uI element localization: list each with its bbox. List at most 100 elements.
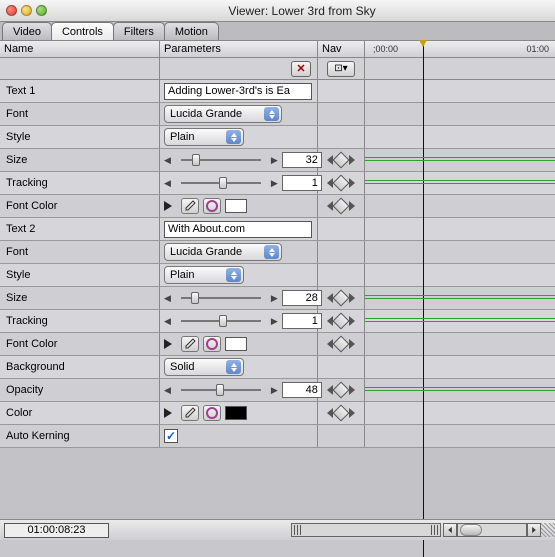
- add-keyframe-button[interactable]: [333, 175, 350, 192]
- param-label: Background: [0, 356, 160, 378]
- step-left-button[interactable]: ◀: [164, 316, 171, 327]
- next-keyframe-button[interactable]: [349, 408, 355, 418]
- slider-thumb[interactable]: [192, 154, 200, 166]
- slider[interactable]: [175, 175, 267, 191]
- value-field[interactable]: [282, 382, 322, 398]
- color-swatch[interactable]: [225, 199, 247, 213]
- resize-grip[interactable]: [541, 523, 555, 537]
- timeline-lane[interactable]: [365, 103, 555, 125]
- eyedropper-button[interactable]: [181, 198, 199, 214]
- dropdown[interactable]: Plain: [164, 266, 244, 284]
- step-right-button[interactable]: ▶: [271, 316, 278, 327]
- timeline-lane[interactable]: [365, 172, 555, 194]
- next-keyframe-button[interactable]: [349, 316, 355, 326]
- timeline-lane[interactable]: [365, 425, 555, 447]
- slider[interactable]: [175, 382, 267, 398]
- timeline-lane[interactable]: [365, 195, 555, 217]
- minimize-window-button[interactable]: [21, 5, 32, 16]
- add-keyframe-button[interactable]: [333, 198, 350, 215]
- tab-controls[interactable]: Controls: [51, 22, 114, 40]
- text-input[interactable]: [164, 83, 312, 100]
- timeline-lane[interactable]: [365, 149, 555, 171]
- timeline-lane[interactable]: [365, 218, 555, 240]
- text-input[interactable]: [164, 221, 312, 238]
- slider-thumb[interactable]: [219, 315, 227, 327]
- color-wheel-button[interactable]: [203, 198, 221, 214]
- timeline-lane[interactable]: [365, 333, 555, 355]
- scroll-left-button[interactable]: [443, 523, 457, 537]
- param-control-cell: ◀▶: [160, 287, 318, 309]
- add-keyframe-button[interactable]: [333, 405, 350, 422]
- color-wheel-button[interactable]: [203, 405, 221, 421]
- slider[interactable]: [175, 152, 267, 168]
- param-control-cell: ◀▶: [160, 310, 318, 332]
- next-keyframe-button[interactable]: [349, 339, 355, 349]
- nav-cell: [318, 425, 365, 447]
- next-keyframe-button[interactable]: [349, 201, 355, 211]
- step-left-button[interactable]: ◀: [164, 293, 171, 304]
- slider-thumb[interactable]: [219, 177, 227, 189]
- eyedropper-button[interactable]: [181, 336, 199, 352]
- timeline-lane[interactable]: [365, 379, 555, 401]
- timeline-lane[interactable]: [365, 80, 555, 102]
- disclosure-icon[interactable]: [164, 408, 172, 418]
- nav-cell: [318, 103, 365, 125]
- timeline-ruler[interactable]: ;00:00 01:00: [365, 41, 555, 57]
- envelope-menu-button[interactable]: ⊡▾: [327, 61, 355, 77]
- nav-cell: [318, 379, 365, 401]
- timeline-lane[interactable]: [365, 356, 555, 378]
- disclosure-icon[interactable]: [164, 339, 172, 349]
- value-field[interactable]: [282, 290, 322, 306]
- step-left-button[interactable]: ◀: [164, 155, 171, 166]
- step-left-button[interactable]: ◀: [164, 178, 171, 189]
- eyedropper-button[interactable]: [181, 405, 199, 421]
- dropdown[interactable]: Plain: [164, 128, 244, 146]
- next-keyframe-button[interactable]: [349, 385, 355, 395]
- value-field[interactable]: [282, 175, 322, 191]
- dropdown[interactable]: Lucida Grande: [164, 243, 282, 261]
- color-swatch[interactable]: [225, 337, 247, 351]
- step-right-button[interactable]: ▶: [271, 385, 278, 396]
- add-keyframe-button[interactable]: [333, 313, 350, 330]
- next-keyframe-button[interactable]: [349, 178, 355, 188]
- zoom-window-button[interactable]: [36, 5, 47, 16]
- timeline-lane[interactable]: [365, 264, 555, 286]
- tab-motion[interactable]: Motion: [164, 22, 219, 40]
- disclosure-icon[interactable]: [164, 201, 172, 211]
- color-swatch[interactable]: [225, 406, 247, 420]
- dropdown[interactable]: Solid: [164, 358, 244, 376]
- timeline-lane[interactable]: [365, 287, 555, 309]
- slider-thumb[interactable]: [191, 292, 199, 304]
- close-window-button[interactable]: [6, 5, 17, 16]
- step-left-button[interactable]: ◀: [164, 385, 171, 396]
- color-wheel-button[interactable]: [203, 336, 221, 352]
- add-keyframe-button[interactable]: [333, 336, 350, 353]
- dropdown[interactable]: Lucida Grande: [164, 105, 282, 123]
- step-right-button[interactable]: ▶: [271, 155, 278, 166]
- add-keyframe-button[interactable]: [333, 290, 350, 307]
- checkbox[interactable]: [164, 429, 178, 443]
- add-keyframe-button[interactable]: [333, 152, 350, 169]
- timeline-lane[interactable]: [365, 126, 555, 148]
- param-control-cell: [160, 195, 318, 217]
- step-right-button[interactable]: ▶: [271, 178, 278, 189]
- step-right-button[interactable]: ▶: [271, 293, 278, 304]
- timecode-field[interactable]: 01:00:08:23: [4, 523, 109, 538]
- timeline-lane[interactable]: [365, 310, 555, 332]
- value-field[interactable]: [282, 152, 322, 168]
- slider-thumb[interactable]: [216, 384, 224, 396]
- tab-filters[interactable]: Filters: [113, 22, 165, 40]
- slider[interactable]: [175, 290, 267, 306]
- next-keyframe-button[interactable]: [349, 293, 355, 303]
- reset-button[interactable]: [291, 61, 311, 77]
- add-keyframe-button[interactable]: [333, 382, 350, 399]
- scroll-right-button[interactable]: [527, 523, 541, 537]
- timeline-lane[interactable]: [365, 241, 555, 263]
- value-field[interactable]: [282, 313, 322, 329]
- timeline-lane[interactable]: [365, 402, 555, 424]
- param-control-cell: [160, 218, 318, 240]
- tab-video[interactable]: Video: [2, 22, 52, 40]
- h-scroll-thumb[interactable]: [460, 524, 482, 536]
- slider[interactable]: [175, 313, 267, 329]
- next-keyframe-button[interactable]: [349, 155, 355, 165]
